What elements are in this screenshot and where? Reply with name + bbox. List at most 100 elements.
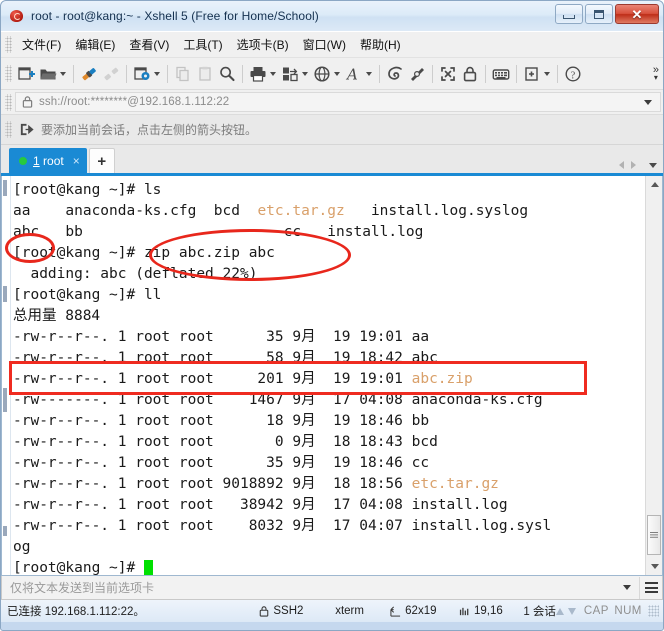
terminal-line: adding: abc (deflated 22%)	[13, 264, 645, 285]
menu-grip-icon[interactable]	[5, 36, 12, 53]
terminal-scrollbar[interactable]	[645, 176, 662, 575]
status-terminal-type: xterm	[335, 605, 364, 617]
new-session-icon	[18, 66, 35, 80]
paste-button	[194, 62, 216, 86]
status-cursor-position: 19,16	[459, 605, 503, 617]
terminal-line: [root@kang ~]# zip abc.zip abc	[13, 243, 645, 264]
tab-status-icon	[19, 156, 27, 165]
notice-bar: 要添加当前会话，点击左侧的箭头按钮。	[1, 115, 663, 145]
font-icon: A	[345, 65, 358, 83]
download-arrow-icon	[567, 607, 576, 615]
print-button[interactable]	[247, 62, 279, 86]
terminal-line: -rw-r--r--. 1 root root 18 9月 19 18:46 b…	[13, 411, 645, 432]
file-transfer-dropdown-icon[interactable]	[302, 71, 308, 76]
font-dropdown-icon[interactable]	[366, 71, 372, 76]
tab-root[interactable]: 1 root ×	[9, 148, 87, 173]
web-button[interactable]	[311, 62, 343, 86]
status-caps: CAP	[583, 605, 609, 617]
terminal-line: -rw-r--r--. 1 root root 0 9月 18 18:43 bc…	[13, 432, 645, 453]
terminal-line: -rw-r--r--. 1 root root 35 9月 19 18:46 c…	[13, 453, 645, 474]
add-to-folder-button[interactable]	[521, 62, 553, 86]
open-session-dropdown-icon[interactable]	[60, 71, 66, 76]
resize-grip-icon[interactable]	[647, 605, 659, 617]
terminal-line: -rw-r--r--. 1 root root 35 9月 19 19:01 a…	[13, 327, 645, 348]
menu-window[interactable]: 窗口(W)	[296, 33, 353, 56]
xshell-window: root - root@kang:~ - Xshell 5 (Free for …	[0, 0, 664, 631]
terminal-text: -rw-r--r--. 1 root root 35 9月 19 18:46 c…	[13, 455, 430, 471]
maximize-button[interactable]	[585, 4, 613, 24]
compose-button[interactable]	[406, 62, 428, 86]
prev-tab-icon[interactable]	[619, 161, 624, 169]
tab-number: 1	[33, 153, 40, 168]
properties-button[interactable]	[131, 62, 163, 86]
status-bar: 已连接 192.168.1.112:22。 SSH2 xterm 62x19 1…	[1, 600, 663, 622]
terminal-text: -rw-------. 1 root root 1467 9月 17 04:08…	[13, 392, 543, 408]
send-input[interactable]: 仅将文本发送到当前选项卡	[2, 577, 639, 599]
paste-icon	[199, 66, 211, 81]
menu-file[interactable]: 文件(F)	[15, 33, 68, 56]
tab-list-icon[interactable]	[649, 162, 657, 168]
open-session-button[interactable]	[37, 62, 69, 86]
scroll-down-icon[interactable]	[646, 558, 662, 575]
find-button[interactable]	[216, 62, 238, 86]
terminal-line: [root@kang ~]# ls	[13, 180, 645, 201]
font-button[interactable]: A	[343, 62, 375, 86]
fullscreen-button[interactable]	[437, 62, 459, 86]
ssh-tunnel-button[interactable]	[384, 62, 406, 86]
terminal-output[interactable]: [root@kang ~]# ls aa anaconda-ks.cfg bcd …	[11, 176, 645, 575]
scrollbar-thumb[interactable]	[647, 515, 661, 555]
menu-help[interactable]: 帮助(H)	[353, 33, 408, 56]
tab-close-icon[interactable]: ×	[73, 154, 80, 168]
chevron-down-icon[interactable]	[644, 99, 652, 105]
terminal-text: [root@kang ~]# ls	[13, 182, 162, 198]
send-dropdown-icon[interactable]	[623, 585, 631, 590]
terminal-text: [root@kang ~]# zip abc.zip abc	[13, 245, 275, 261]
menu-view[interactable]: 查看(V)	[122, 33, 176, 56]
scroll-up-icon[interactable]	[646, 176, 662, 193]
terminal-area: [root@kang ~]# ls aa anaconda-ks.cfg bcd …	[1, 176, 663, 576]
menu-edit[interactable]: 编辑(E)	[68, 33, 122, 56]
print-dropdown-icon[interactable]	[270, 71, 276, 76]
web-dropdown-icon[interactable]	[334, 71, 340, 76]
new-tab-button[interactable]: +	[88, 148, 115, 173]
properties-dropdown-icon[interactable]	[154, 71, 160, 76]
lock-icon	[259, 605, 269, 617]
keyboard-button[interactable]	[490, 62, 512, 86]
close-button[interactable]: ✕	[615, 4, 659, 24]
menu-tabs[interactable]: 选项卡(B)	[230, 33, 296, 56]
toolbar: A ? » ▾	[1, 58, 663, 90]
lock-icon	[22, 96, 33, 108]
notice-grip-icon[interactable]	[5, 121, 12, 138]
add-session-icon[interactable]	[19, 122, 34, 137]
menu-tools[interactable]: 工具(T)	[176, 33, 229, 56]
terminal-text: install.log.syslog	[344, 203, 529, 219]
help-button[interactable]: ?	[562, 62, 584, 86]
hamburger-icon[interactable]	[639, 576, 662, 599]
new-session-button[interactable]	[15, 62, 37, 86]
address-input[interactable]: ssh://root:********@192.168.1.112:22	[15, 92, 661, 112]
copy-button	[172, 62, 194, 86]
minimize-button[interactable]	[555, 4, 583, 24]
toolbar-grip-icon[interactable]	[5, 65, 12, 82]
lock-button[interactable]	[459, 62, 481, 86]
menu-bar: 文件(F) 编辑(E) 查看(V) 工具(T) 选项卡(B) 窗口(W) 帮助(…	[1, 31, 663, 58]
disconnect-button	[100, 62, 122, 86]
add-to-folder-icon	[525, 66, 538, 81]
file-transfer-button[interactable]	[279, 62, 311, 86]
window-controls: ✕	[555, 4, 659, 24]
ssh-tunnel-icon	[388, 66, 402, 80]
toolbar-overflow-button[interactable]: » ▾	[653, 64, 659, 82]
status-size-label: 62x19	[405, 605, 437, 617]
address-grip-icon[interactable]	[5, 93, 12, 111]
next-tab-icon[interactable]	[631, 161, 636, 169]
svg-text:A: A	[345, 65, 358, 83]
add-to-folder-dropdown-icon[interactable]	[544, 71, 550, 76]
connect-button[interactable]	[78, 62, 100, 86]
terminal-line: -rw-r--r--. 1 root root 58 9月 19 18:42 a…	[13, 348, 645, 369]
terminal-line: [root@kang ~]# ll	[13, 285, 645, 306]
terminal-line: -rw-r--r--. 1 root root 9018892 9月 18 18…	[13, 474, 645, 495]
disconnect-icon	[104, 67, 119, 80]
terminal-archive-filename: etc.tar.gz	[257, 203, 345, 219]
terminal-text: adding: abc (deflated 22%)	[13, 266, 258, 282]
status-protocol: SSH2	[259, 605, 303, 617]
